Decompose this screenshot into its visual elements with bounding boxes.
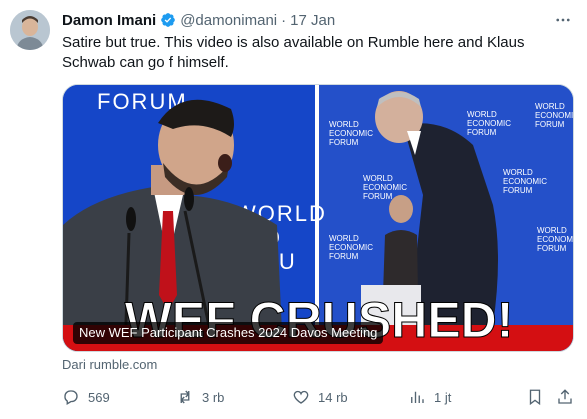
post-header: Damon Imani @damonimani · 17 Jan — [62, 10, 577, 30]
svg-text:WORLD: WORLD — [329, 120, 359, 129]
svg-text:ECONOMIC: ECONOMIC — [467, 119, 511, 128]
media-card[interactable]: FORUM WORLD NO RU WORLDECONOMICFORUM WOR… — [62, 84, 574, 352]
reply-count: 569 — [88, 389, 110, 405]
reply-icon — [64, 390, 78, 405]
card-title: New WEF Participant Crashes 2024 Davos M… — [73, 322, 384, 344]
post-text: Satire but true. This video is also avai… — [62, 34, 525, 71]
bookmark-icon — [529, 389, 541, 406]
svg-text:ECONOMIC: ECONOMIC — [329, 243, 373, 252]
svg-text:ECONOMIC: ECONOMIC — [363, 183, 407, 192]
svg-text:FORUM: FORUM — [329, 138, 359, 147]
svg-text:WORLD: WORLD — [467, 110, 497, 119]
link-source[interactable]: Dari rumble.com — [62, 357, 157, 372]
post-date[interactable]: 17 Jan — [290, 12, 335, 29]
svg-text:ECONOMIC: ECONOMIC — [537, 235, 574, 244]
share-button[interactable] — [556, 385, 582, 409]
svg-text:WORLD: WORLD — [329, 234, 359, 243]
svg-text:ECONOMIC: ECONOMIC — [329, 129, 373, 138]
author-name[interactable]: Damon Imani — [62, 12, 156, 29]
repost-icon — [180, 390, 190, 404]
repost-count: 3 rb — [202, 389, 225, 405]
reply-button[interactable]: 569 — [62, 385, 110, 409]
svg-text:FORUM: FORUM — [329, 252, 359, 261]
svg-text:FORUM: FORUM — [537, 244, 567, 253]
views-count: 1 jt — [434, 389, 452, 405]
like-button[interactable]: 14 rb — [292, 385, 348, 409]
svg-text:WORLD: WORLD — [537, 226, 567, 235]
video-thumbnail: FORUM WORLD NO RU WORLDECONOMICFORUM WOR… — [63, 85, 574, 351]
svg-text:WORLD: WORLD — [503, 168, 533, 177]
svg-text:FORUM: FORUM — [467, 128, 497, 137]
avatar-image — [10, 10, 50, 50]
svg-text:ECONOMIC: ECONOMIC — [503, 177, 547, 186]
avatar[interactable] — [10, 10, 50, 50]
more-icon[interactable] — [553, 10, 573, 30]
bookmark-button[interactable] — [526, 385, 552, 409]
share-icon — [558, 389, 572, 404]
svg-text:WORLD: WORLD — [535, 102, 565, 111]
svg-text:ECONOMIC: ECONOMIC — [535, 111, 574, 120]
svg-text:FORUM: FORUM — [535, 120, 565, 129]
separator: · — [281, 11, 287, 29]
action-bar: 569 3 rb 14 rb 1 jt — [56, 385, 580, 409]
svg-text:WORLD: WORLD — [363, 174, 393, 183]
views-button[interactable]: 1 jt — [408, 385, 451, 409]
author-handle[interactable]: @damonimani — [180, 12, 277, 29]
verified-badge-icon — [161, 13, 176, 27]
repost-button[interactable]: 3 rb — [176, 385, 224, 409]
like-count: 14 rb — [318, 389, 348, 405]
svg-text:FORUM: FORUM — [363, 192, 393, 201]
like-icon — [293, 390, 309, 404]
svg-text:FORUM: FORUM — [503, 186, 533, 195]
views-icon — [411, 391, 424, 403]
